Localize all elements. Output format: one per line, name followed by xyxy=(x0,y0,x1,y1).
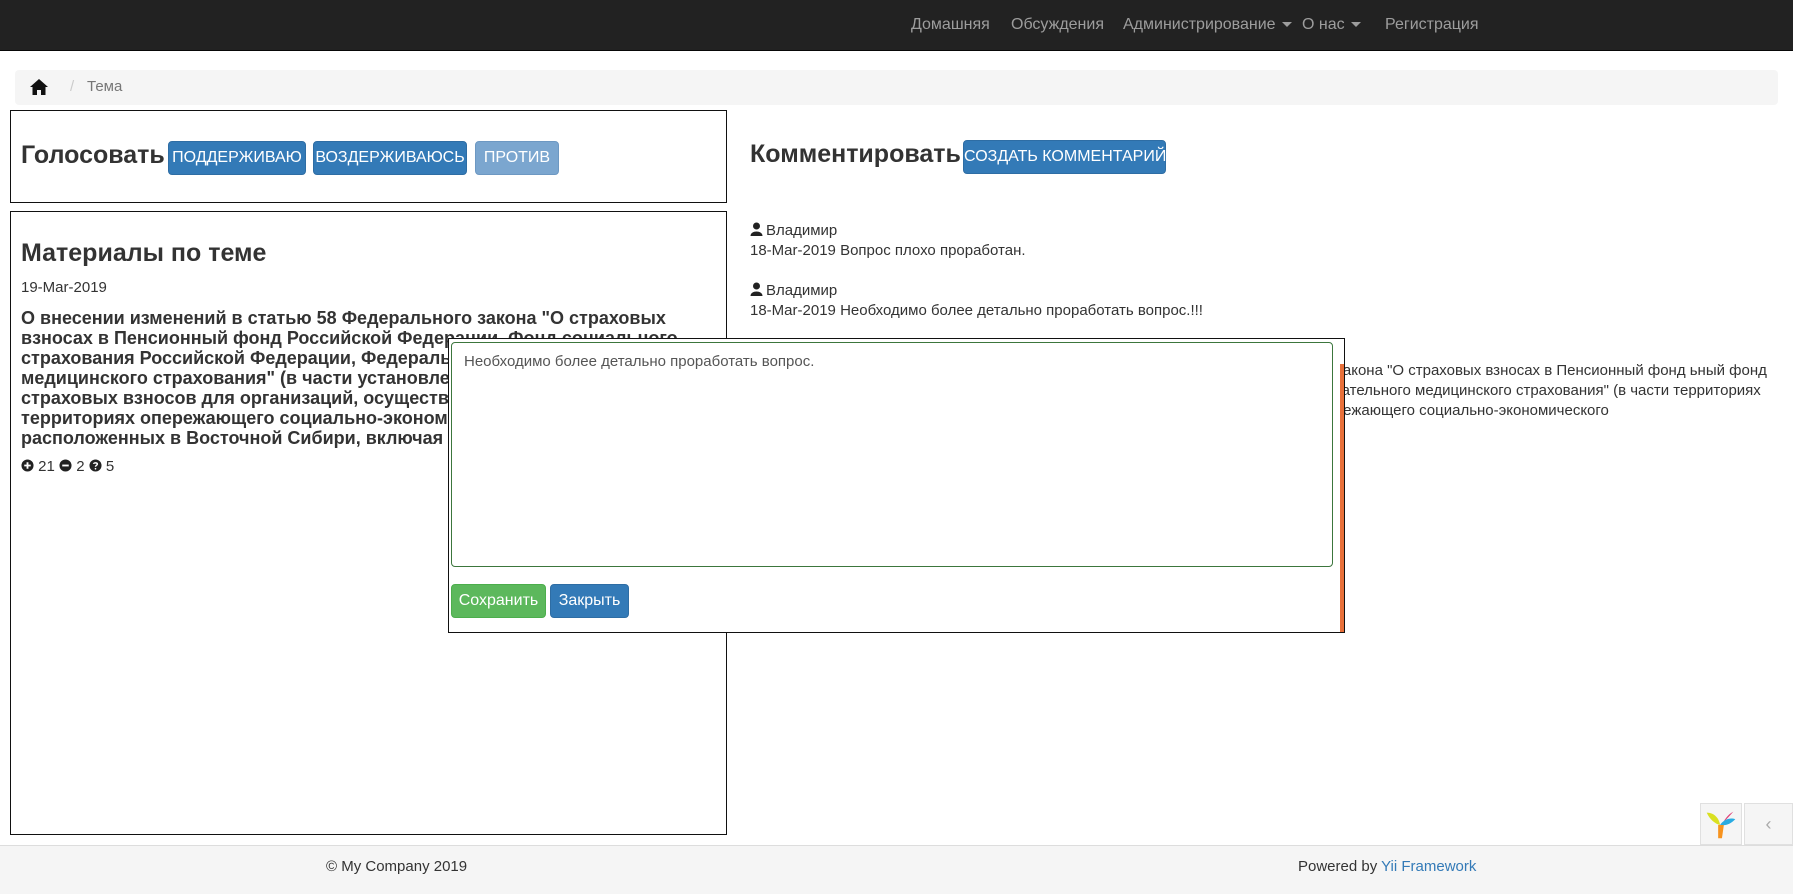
comment-text: Вопрос плохо проработан. xyxy=(840,242,1026,259)
minus-circle-icon xyxy=(59,459,72,472)
breadcrumb-separator: / xyxy=(70,78,75,95)
abstain-button[interactable]: ВОЗДЕРЖИВАЮСЬ xyxy=(313,141,467,175)
powered-by: Powered by Yii Framework xyxy=(1298,858,1476,875)
comment-item-partial-text: ого закона "О страховых взносах в Пенсио… xyxy=(1310,362,1767,419)
nav-item-home[interactable]: Домашняя xyxy=(911,16,990,34)
yii-framework-link[interactable]: Yii Framework xyxy=(1381,858,1476,875)
user-icon xyxy=(750,222,763,236)
breadcrumb-current: Тема xyxy=(87,78,123,95)
nav-item-registration[interactable]: Регистрация xyxy=(1385,16,1479,34)
edit-comment-modal: Необходимо более детально проработать во… xyxy=(448,338,1345,633)
vote-panel: Голосовать ПОДДЕРЖИВАЮ ВОЗДЕРЖИВАЮСЬ ПРО… xyxy=(10,110,727,203)
resize-edge[interactable] xyxy=(1340,364,1344,632)
question-circle-icon xyxy=(89,459,102,472)
material-date: 19-Mar-2019 xyxy=(21,279,107,296)
nav-item-label: Обсуждения xyxy=(1011,16,1104,33)
user-icon xyxy=(750,282,763,296)
vote-title: Голосовать xyxy=(21,141,165,169)
comment-author: Владимир xyxy=(766,222,838,239)
caret-down-icon xyxy=(1350,22,1361,28)
vote-stats: 21 2 5 xyxy=(21,458,114,475)
powered-by-prefix: Powered by xyxy=(1298,858,1382,875)
footer: © My Company 2019 Powered by Yii Framewo… xyxy=(0,845,1793,894)
create-comment-button[interactable]: СОЗДАТЬ КОММЕНТАРИЙ xyxy=(963,140,1166,174)
nav-item-label: Администрирование xyxy=(1123,16,1276,33)
materials-title: Материалы по теме xyxy=(21,239,267,267)
nav-item-label: О нас xyxy=(1302,16,1345,33)
support-button[interactable]: ПОДДЕРЖИВАЮ xyxy=(168,141,306,175)
save-button[interactable]: Сохранить xyxy=(451,584,546,618)
breadcrumb: / Тема xyxy=(15,70,1778,105)
comment-author: Владимир xyxy=(766,282,838,299)
nav-item-discussions[interactable]: Обсуждения xyxy=(1011,16,1104,34)
close-button[interactable]: Закрыть xyxy=(550,584,629,618)
debug-toolbar-logo[interactable] xyxy=(1700,803,1742,845)
minus-count: 2 xyxy=(76,458,85,475)
debug-toolbar-toggle[interactable]: ‹ xyxy=(1744,803,1793,845)
caret-down-icon xyxy=(1281,22,1292,28)
comments-title: Комментировать xyxy=(750,140,961,168)
nav-item-label: Регистрация xyxy=(1385,16,1479,33)
comment-text: Необходимо более детально проработать во… xyxy=(840,302,1203,319)
comment-item: Владимир 18-Mar-2019 Необходимо более де… xyxy=(750,281,1203,321)
top-navbar: Домашняя Обсуждения Администрирование О … xyxy=(0,0,1793,51)
home-icon[interactable] xyxy=(29,78,49,96)
comment-textarea[interactable]: Необходимо более детально проработать во… xyxy=(451,342,1333,567)
yii-logo-icon xyxy=(1706,811,1736,839)
nav-item-administration[interactable]: Администрирование xyxy=(1123,16,1292,34)
copyright-text: © My Company 2019 xyxy=(326,858,468,875)
nav-item-about[interactable]: О нас xyxy=(1302,16,1361,34)
against-button[interactable]: ПРОТИВ xyxy=(475,141,559,175)
nav-item-label: Домашняя xyxy=(911,16,990,33)
comment-date: 18-Mar-2019 xyxy=(750,242,836,259)
question-count: 5 xyxy=(105,458,115,475)
plus-circle-icon xyxy=(21,459,34,472)
plus-count: 21 xyxy=(38,458,55,475)
comment-date: 18-Mar-2019 xyxy=(750,302,836,319)
comment-item: Владимир 18-Mar-2019 Вопрос плохо прораб… xyxy=(750,221,1026,261)
